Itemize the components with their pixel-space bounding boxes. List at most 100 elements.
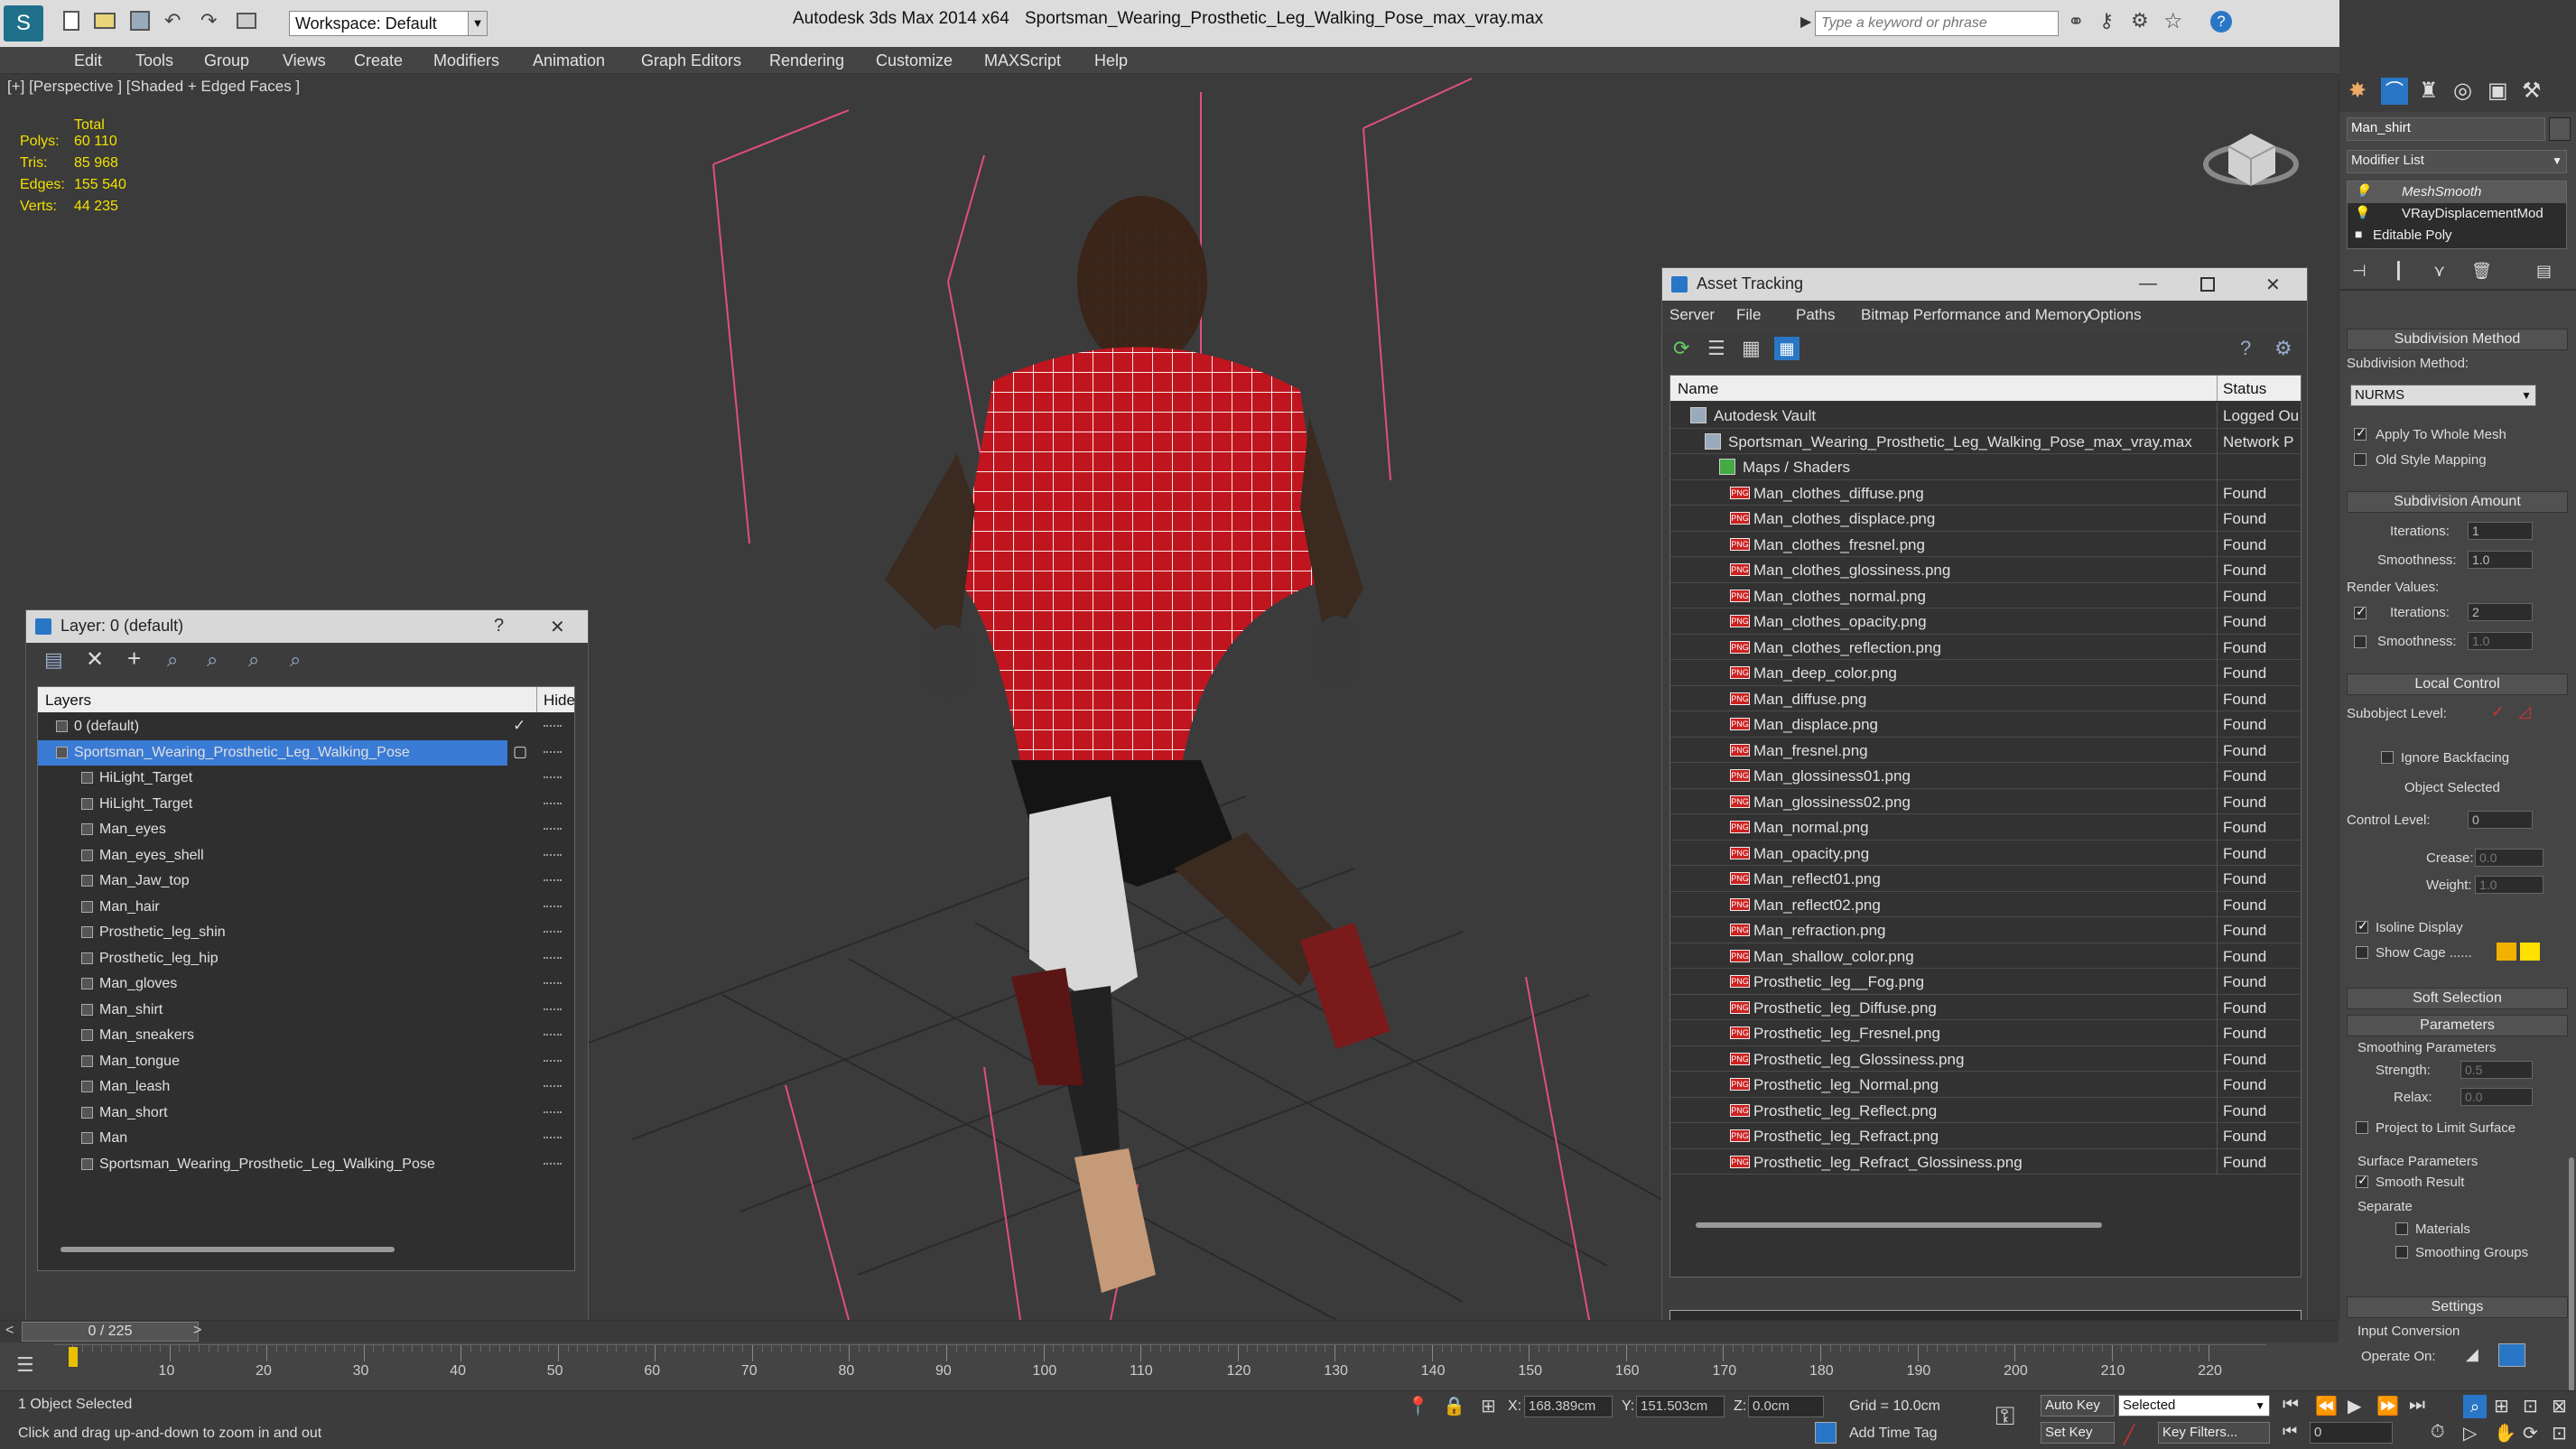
asset-row[interactable]: PNG Man_glossiness01.png Found bbox=[1670, 763, 2302, 789]
cage-color-swatch-2[interactable] bbox=[2520, 943, 2540, 961]
search-field[interactable] bbox=[1816, 12, 2058, 35]
menu-modifiers[interactable]: Modifiers bbox=[433, 51, 499, 70]
next-key-icon[interactable]: ⏩ bbox=[2376, 1395, 2399, 1417]
freeze-all-icon[interactable]: ⌕ bbox=[290, 648, 301, 672]
hide-toggle[interactable] bbox=[544, 956, 562, 959]
asset-row[interactable]: PNG Man_clothes_normal.png Found bbox=[1670, 582, 2302, 608]
menu-views[interactable]: Views bbox=[283, 51, 326, 70]
asset-row[interactable]: Sportsman_Wearing_Prosthetic_Leg_Walking… bbox=[1670, 428, 2302, 454]
zoom-extents-icon[interactable]: ⊡ bbox=[2523, 1395, 2538, 1417]
asset-row[interactable]: PNG Prosthetic_leg_Fresnel.png Found bbox=[1670, 1020, 2302, 1046]
menu-animation[interactable]: Animation bbox=[533, 51, 605, 70]
render-iterations-checkbox[interactable] bbox=[2354, 604, 2367, 619]
modifier-stack-item[interactable]: 💡 VRayDisplacementMod bbox=[2348, 203, 2566, 225]
panel-scrollbar[interactable] bbox=[2569, 1157, 2574, 1392]
layer-dialog-titlebar[interactable]: Layer: 0 (default) ? ✕ bbox=[26, 610, 588, 643]
hide-toggle[interactable] bbox=[544, 828, 562, 830]
binoculars-icon[interactable]: ⚭ bbox=[2068, 10, 2084, 33]
hide-toggle[interactable] bbox=[544, 1059, 562, 1062]
apply-whole-mesh-checkbox[interactable] bbox=[2354, 425, 2367, 441]
hide-toggle[interactable] bbox=[544, 725, 562, 727]
layer-row[interactable]: HiLight_Target bbox=[38, 792, 571, 817]
asset-row[interactable]: PNG Man_displace.png Found bbox=[1670, 711, 2302, 738]
menu-edit[interactable]: Edit bbox=[74, 51, 102, 70]
subdivision-method-dropdown[interactable]: NURMS ▼ bbox=[2350, 385, 2536, 406]
asset-row[interactable]: PNG Prosthetic_leg__Fog.png Found bbox=[1670, 969, 2302, 995]
asset-row[interactable]: PNG Man_clothes_opacity.png Found bbox=[1670, 608, 2302, 635]
hide-toggle[interactable] bbox=[544, 750, 562, 753]
play-icon[interactable]: ▶ bbox=[2348, 1395, 2361, 1417]
asset-help-icon[interactable]: ? bbox=[2240, 337, 2251, 360]
asset-row[interactable]: PNG Man_clothes_fresnel.png Found bbox=[1670, 531, 2302, 557]
z-coordinate-field[interactable]: 0.0cm bbox=[1748, 1396, 1824, 1417]
menu-help[interactable]: Help bbox=[1094, 51, 1128, 70]
rollout-parameters[interactable]: Parameters bbox=[2347, 1015, 2568, 1036]
layer-toggle-box[interactable]: ▢ bbox=[513, 743, 527, 761]
asset-row[interactable]: PNG Prosthetic_leg_Refract.png Found bbox=[1670, 1123, 2302, 1149]
set-key-icon[interactable]: ⚿ bbox=[1995, 1402, 2014, 1432]
absolute-mode-icon[interactable]: ⊞ bbox=[1481, 1395, 1496, 1417]
iterations-spinner[interactable]: 1 bbox=[2468, 522, 2533, 540]
strength-spinner[interactable]: 0.5 bbox=[2460, 1061, 2533, 1079]
materials-checkbox[interactable] bbox=[2395, 1222, 2408, 1235]
menu-rendering[interactable]: Rendering bbox=[769, 51, 844, 70]
detail-view-icon[interactable]: ▦ bbox=[1742, 337, 1761, 360]
current-frame-marker[interactable] bbox=[69, 1347, 78, 1367]
hide-toggle[interactable] bbox=[544, 931, 562, 933]
old-style-mapping-checkbox[interactable] bbox=[2354, 453, 2367, 466]
operate-on-faces-icon[interactable]: ◢ bbox=[2466, 1345, 2478, 1364]
asset-row[interactable]: PNG Man_reflect01.png Found bbox=[1670, 866, 2302, 892]
col-layers[interactable]: Layers bbox=[45, 692, 91, 710]
modifier-stack-item[interactable]: 💡 MeshSmooth bbox=[2348, 181, 2566, 203]
prev-frame-arrow[interactable]: < bbox=[5, 1323, 14, 1339]
hide-toggle[interactable] bbox=[544, 1137, 562, 1138]
project-limit-checkbox[interactable] bbox=[2356, 1121, 2368, 1134]
layer-row[interactable]: Man_Jaw_top bbox=[38, 868, 571, 894]
isoline-display-checkbox[interactable] bbox=[2356, 918, 2368, 933]
zoom-all-icon[interactable]: ⊞ bbox=[2494, 1395, 2509, 1417]
smoothness-spinner[interactable]: 1.0 bbox=[2468, 551, 2533, 569]
asset-list[interactable]: Name Status Autodesk Vault Logged Ou Sport… bbox=[1669, 375, 2302, 1277]
menu-customize[interactable]: Customize bbox=[876, 51, 953, 70]
object-color-swatch[interactable] bbox=[2549, 117, 2571, 141]
show-end-result-icon[interactable]: ┃ bbox=[2394, 262, 2404, 281]
set-key-button[interactable]: Set Key bbox=[2041, 1422, 2115, 1444]
asset-hscrollbar[interactable] bbox=[1696, 1222, 2102, 1228]
key-mode-icon[interactable]: ⏮ bbox=[2283, 1422, 2297, 1441]
asset-row[interactable]: PNG Prosthetic_leg_Diffuse.png Found bbox=[1670, 994, 2302, 1020]
new-layer-icon[interactable]: ▤ bbox=[44, 648, 63, 672]
cage-color-swatch-1[interactable] bbox=[2497, 943, 2516, 961]
pin-stack-icon[interactable]: ⊣ bbox=[2352, 262, 2367, 281]
rollout-subdivision-amount[interactable]: Subdivision Amount bbox=[2347, 491, 2568, 513]
crease-spinner[interactable]: 0.0 bbox=[2475, 849, 2543, 867]
new-file-icon[interactable] bbox=[63, 11, 79, 31]
layer-close-button[interactable]: ✕ bbox=[550, 616, 565, 638]
asset-row[interactable]: Maps / Shaders bbox=[1670, 454, 2302, 480]
create-tab-icon[interactable]: ✸ bbox=[2348, 78, 2367, 104]
goto-end-icon[interactable]: ⏭ bbox=[2409, 1395, 2425, 1416]
asset-row[interactable]: PNG Man_fresnel.png Found bbox=[1670, 737, 2302, 763]
highlight-layer-icon[interactable]: ⌕ bbox=[207, 648, 218, 672]
workspace-dropdown[interactable]: Workspace: Default ▼ bbox=[289, 11, 486, 36]
search-expand-icon[interactable]: ▶ bbox=[1800, 13, 1811, 31]
render-smoothness-checkbox[interactable] bbox=[2354, 636, 2367, 648]
asset-row[interactable]: PNG Man_deep_color.png Found bbox=[1670, 660, 2302, 686]
asset-menu-paths[interactable]: Paths bbox=[1796, 306, 1835, 324]
workspace-arrow-button[interactable]: ▼ bbox=[468, 11, 488, 36]
utilities-tab-icon[interactable]: ⚒ bbox=[2522, 78, 2542, 104]
add-to-layer-icon[interactable]: + bbox=[127, 645, 141, 673]
relax-spinner[interactable]: 0.0 bbox=[2460, 1088, 2533, 1106]
auto-key-button[interactable]: Auto Key bbox=[2041, 1395, 2115, 1416]
field-of-view-icon[interactable]: ▷ bbox=[2463, 1422, 2477, 1444]
control-level-spinner[interactable]: 0 bbox=[2468, 811, 2533, 829]
asset-row[interactable]: PNG Man_glossiness02.png Found bbox=[1670, 788, 2302, 814]
prev-key-icon[interactable]: ⏪ bbox=[2315, 1395, 2338, 1417]
layer-row[interactable]: Sportsman_Wearing_Prosthetic_Leg_Walking… bbox=[38, 1152, 571, 1177]
time-slider[interactable]: < 0 / 225 > bbox=[0, 1321, 2339, 1342]
configure-sets-icon[interactable]: ▤ bbox=[2536, 262, 2552, 281]
layer-row[interactable]: Man_leash bbox=[38, 1074, 571, 1100]
pan-view-icon[interactable]: ✋ bbox=[2494, 1422, 2516, 1444]
modifier-stack[interactable]: 💡 MeshSmooth 💡 VRayDisplacementMod ■ Editable… bbox=[2347, 181, 2567, 249]
asset-menu-server[interactable]: Server bbox=[1669, 306, 1715, 324]
mini-curve-editor-icon[interactable]: ☰ bbox=[16, 1353, 34, 1377]
